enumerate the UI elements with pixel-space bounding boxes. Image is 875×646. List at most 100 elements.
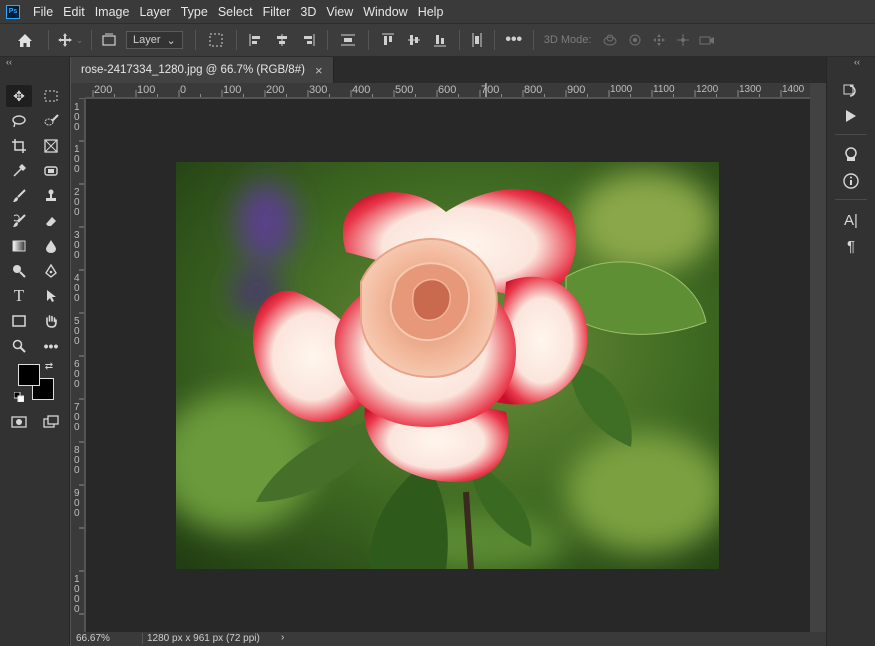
- screen-mode-icon[interactable]: [38, 411, 64, 433]
- ruler-corner: [71, 83, 85, 98]
- libraries-icon[interactable]: [838, 143, 864, 165]
- ruler-label: 1100: [653, 84, 675, 95]
- dodge-icon[interactable]: [6, 260, 32, 282]
- collapse-panel-icon[interactable]: ‹‹: [6, 57, 12, 67]
- more-options-icon[interactable]: •••: [501, 31, 527, 49]
- ruler-label: 0: [74, 122, 80, 133]
- home-icon[interactable]: [8, 33, 42, 48]
- document-tab[interactable]: rose-2417334_1280.jpg @ 66.7% (RGB/8#) ×: [71, 57, 334, 83]
- path-select-icon[interactable]: [38, 285, 64, 307]
- ruler-label: 100: [223, 84, 242, 96]
- menu-window[interactable]: Window: [358, 5, 412, 19]
- history-brush-icon[interactable]: [6, 210, 32, 232]
- play-icon[interactable]: [838, 105, 864, 127]
- ruler-label: 100: [137, 84, 156, 96]
- paragraph-icon[interactable]: ¶: [838, 235, 864, 257]
- menu-3d[interactable]: 3D: [295, 5, 321, 19]
- quick-select-icon[interactable]: [38, 110, 64, 132]
- distribute-icon[interactable]: [334, 33, 362, 47]
- menu-file[interactable]: File: [28, 5, 58, 19]
- align-left-icon[interactable]: [243, 33, 269, 47]
- close-icon[interactable]: ×: [315, 63, 323, 78]
- ruler-label: 1400: [782, 84, 805, 95]
- eraser-icon[interactable]: [38, 210, 64, 232]
- auto-select-target-value: Layer: [133, 34, 161, 46]
- pen-icon[interactable]: [38, 260, 64, 282]
- gradient-icon[interactable]: [6, 235, 32, 257]
- history-icon[interactable]: [838, 79, 864, 101]
- separator: [493, 30, 495, 50]
- menu-edit[interactable]: Edit: [58, 5, 90, 19]
- menu-view[interactable]: View: [321, 5, 358, 19]
- document-tab-title: rose-2417334_1280.jpg @ 66.7% (RGB/8#): [81, 64, 305, 76]
- horizontal-ruler[interactable]: 200 100 0 100 200 300 400 500 600 700 80…: [85, 83, 810, 98]
- blur-icon[interactable]: [38, 235, 64, 257]
- patch-icon[interactable]: [38, 160, 64, 182]
- auto-select-checkbox-icon[interactable]: [98, 32, 120, 48]
- ruler-label: 0: [74, 207, 80, 218]
- document-tab-bar: rose-2417334_1280.jpg @ 66.7% (RGB/8#) ×: [71, 57, 826, 83]
- ruler-label: 500: [395, 84, 414, 96]
- ruler-label: 200: [94, 84, 113, 96]
- ruler-label: 0: [74, 293, 80, 304]
- 3d-mode-label: 3D Mode:: [543, 34, 592, 46]
- 3d-orbit-icon[interactable]: [597, 33, 623, 47]
- vertical-ruler[interactable]: 1 0 0 1 0 0 2 0 0 3 0 0 4 0 0 5 0 0 6 0 …: [71, 98, 85, 632]
- move-tool-icon[interactable]: ⌄: [55, 32, 85, 48]
- rectangle-icon[interactable]: [6, 310, 32, 332]
- foreground-color-swatch[interactable]: [18, 364, 40, 386]
- zoom-icon[interactable]: [6, 335, 32, 357]
- quick-mask-icon[interactable]: [6, 411, 32, 433]
- character-icon[interactable]: A|: [838, 209, 864, 231]
- menu-help[interactable]: Help: [413, 5, 449, 19]
- menu-select[interactable]: Select: [213, 5, 258, 19]
- ruler-label: 400: [352, 84, 371, 96]
- hand-icon[interactable]: [38, 310, 64, 332]
- 3d-slide-icon[interactable]: [671, 33, 695, 47]
- chevron-right-icon[interactable]: ›: [281, 632, 284, 643]
- align-center-icon[interactable]: [269, 33, 295, 47]
- ruler-label: 700: [481, 84, 500, 96]
- frame-icon[interactable]: [38, 135, 64, 157]
- 3d-camera-icon[interactable]: [695, 34, 719, 46]
- type-icon[interactable]: T: [6, 285, 32, 307]
- menu-filter[interactable]: Filter: [258, 5, 296, 19]
- separator: [367, 30, 369, 50]
- chevron-down-icon: ⌄: [166, 34, 176, 47]
- more-icon[interactable]: •••: [38, 335, 64, 357]
- crop-icon[interactable]: [6, 135, 32, 157]
- align-middle-icon[interactable]: [401, 33, 427, 47]
- panel-divider: [835, 134, 867, 135]
- eyedropper-icon[interactable]: [6, 160, 32, 182]
- vertical-scrollbar[interactable]: [810, 83, 826, 632]
- 3d-roll-icon[interactable]: [623, 33, 647, 47]
- move-icon[interactable]: ✥: [6, 85, 32, 107]
- ruler-label: 0: [74, 604, 80, 615]
- ruler-label: 800: [524, 84, 543, 96]
- auto-select-target-dropdown[interactable]: Layer ⌄: [126, 31, 183, 49]
- align-bottom-icon[interactable]: [427, 33, 453, 47]
- align-top-icon[interactable]: [375, 33, 401, 47]
- menu-layer[interactable]: Layer: [134, 5, 175, 19]
- stamp-icon[interactable]: [38, 185, 64, 207]
- distribute-vertical-icon[interactable]: [466, 32, 488, 48]
- marquee-icon[interactable]: [38, 85, 64, 107]
- swap-colors-icon[interactable]: ⇄: [42, 359, 56, 373]
- collapse-panel-icon[interactable]: ‹‹: [854, 57, 860, 67]
- 3d-pan-icon[interactable]: [647, 33, 671, 47]
- zoom-level[interactable]: 66.67%: [76, 633, 110, 644]
- info-icon[interactable]: [838, 170, 864, 192]
- menu-image[interactable]: Image: [90, 5, 135, 19]
- rose-photo[interactable]: [176, 162, 719, 569]
- document-info: 1280 px x 961 px (72 ppi): [142, 633, 260, 644]
- transform-controls-icon[interactable]: [202, 32, 230, 48]
- separator: [532, 30, 534, 50]
- menu-type[interactable]: Type: [176, 5, 213, 19]
- align-right-icon[interactable]: [295, 33, 321, 47]
- brush-icon[interactable]: [6, 185, 32, 207]
- status-bar: 66.67% 1280 px x 961 px (72 ppi) ›: [71, 632, 826, 646]
- separator: [458, 30, 460, 50]
- ruler-label: 300: [309, 84, 328, 96]
- default-colors-icon[interactable]: [12, 390, 26, 404]
- lasso-icon[interactable]: [6, 110, 32, 132]
